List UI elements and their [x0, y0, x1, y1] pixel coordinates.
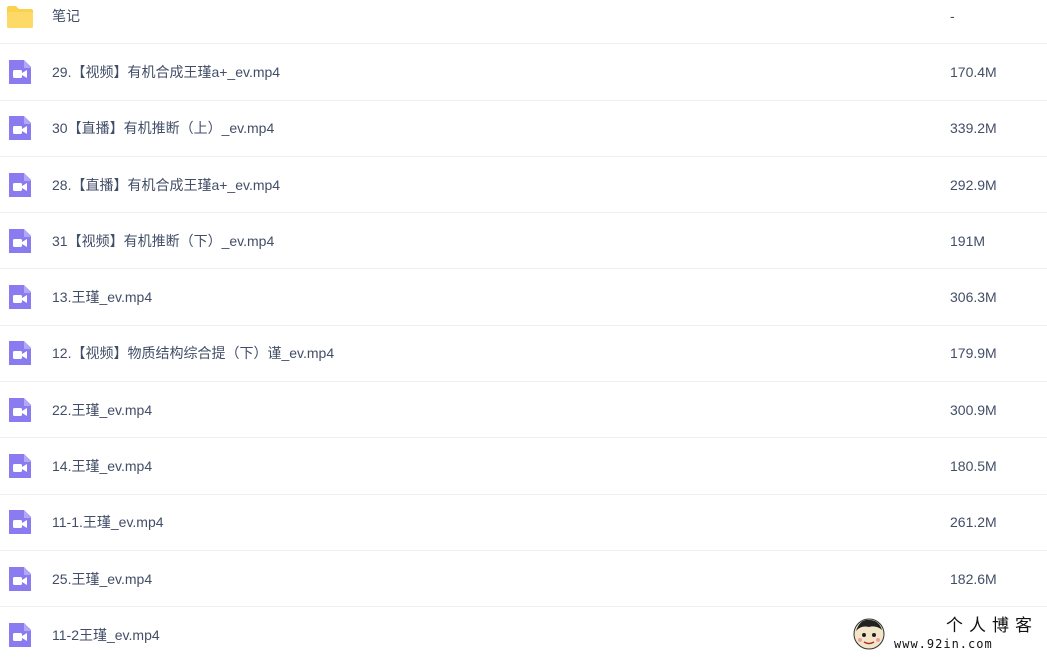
file-name[interactable]: 28.【直播】有机合成王瑾a+_ev.mp4: [52, 175, 280, 195]
video-file-icon: [9, 397, 31, 422]
video-file-icon: [9, 341, 31, 366]
video-file-icon: [9, 116, 31, 141]
watermark-text: 个人博客 www.92in.com: [894, 616, 1038, 651]
video-file-icon: [9, 285, 31, 310]
file-name[interactable]: 31【视频】有机推断（下）_ev.mp4: [52, 231, 274, 251]
video-file-icon: [9, 59, 31, 84]
file-name[interactable]: 13.王瑾_ev.mp4: [52, 287, 152, 307]
file-row[interactable]: 22.王瑾_ev.mp4 300.9M: [0, 382, 1047, 439]
file-row[interactable]: 12.【视频】物质结构综合提（下）谨_ev.mp4 179.9M: [0, 326, 1047, 383]
file-list: 笔记 - 29.【视频】有机合成王瑾a+_ev.mp4 170.4M 30【直播】有机推…: [0, 0, 1047, 664]
file-row[interactable]: 28.【直播】有机合成王瑾a+_ev.mp4 292.9M: [0, 157, 1047, 214]
folder-row[interactable]: 笔记 -: [0, 0, 1047, 45]
video-file-icon: [9, 454, 31, 479]
watermark: 个人博客 www.92in.com: [852, 614, 1042, 654]
file-name[interactable]: 14.王瑾_ev.mp4: [52, 456, 152, 476]
video-file-icon: [9, 510, 31, 535]
file-size: 180.5M: [950, 458, 997, 475]
video-file-icon: [9, 228, 31, 253]
file-name[interactable]: 12.【视频】物质结构综合提（下）谨_ev.mp4: [52, 343, 334, 363]
file-size: 300.9M: [950, 401, 997, 418]
file-row[interactable]: 31【视频】有机推断（下）_ev.mp4 191M: [0, 213, 1047, 270]
file-row[interactable]: 30【直播】有机推断（上）_ev.mp4 339.2M: [0, 101, 1047, 157]
file-size: 191M: [950, 232, 986, 249]
file-row[interactable]: 13.王瑾_ev.mp4 306.3M: [0, 269, 1047, 326]
file-size: 339.2M: [950, 120, 997, 137]
file-row[interactable]: 11-1.王瑾_ev.mp4 261.2M: [0, 495, 1047, 551]
video-file-icon: [9, 172, 31, 197]
mascot-face-icon: [853, 618, 885, 650]
file-size: 292.9M: [950, 176, 997, 193]
file-name[interactable]: 25.王瑾_ev.mp4: [52, 569, 152, 589]
file-name[interactable]: 11-2王瑾_ev.mp4: [52, 625, 160, 645]
video-file-icon: [9, 623, 31, 648]
video-file-icon: [9, 566, 31, 591]
file-row[interactable]: 25.王瑾_ev.mp4 182.6M: [0, 551, 1047, 608]
watermark-title: 个人博客: [946, 616, 1038, 636]
file-name[interactable]: 22.王瑾_ev.mp4: [52, 400, 152, 420]
folder-icon: [7, 5, 33, 28]
file-name[interactable]: 30【直播】有机推断（上）_ev.mp4: [52, 118, 274, 138]
file-name[interactable]: 11-1.王瑾_ev.mp4: [52, 512, 164, 532]
file-size: 170.4M: [950, 63, 997, 80]
file-name[interactable]: 笔记: [52, 6, 80, 26]
file-size: 306.3M: [950, 289, 997, 306]
file-size: 179.9M: [950, 345, 997, 362]
file-row[interactable]: 29.【视频】有机合成王瑾a+_ev.mp4 170.4M: [0, 44, 1047, 101]
file-row[interactable]: 14.王瑾_ev.mp4 180.5M: [0, 438, 1047, 495]
watermark-url: www.92in.com: [894, 637, 993, 651]
file-size: 182.6M: [950, 570, 997, 587]
file-name[interactable]: 29.【视频】有机合成王瑾a+_ev.mp4: [52, 62, 280, 82]
file-size: -: [950, 7, 955, 24]
file-size: 261.2M: [950, 514, 997, 531]
